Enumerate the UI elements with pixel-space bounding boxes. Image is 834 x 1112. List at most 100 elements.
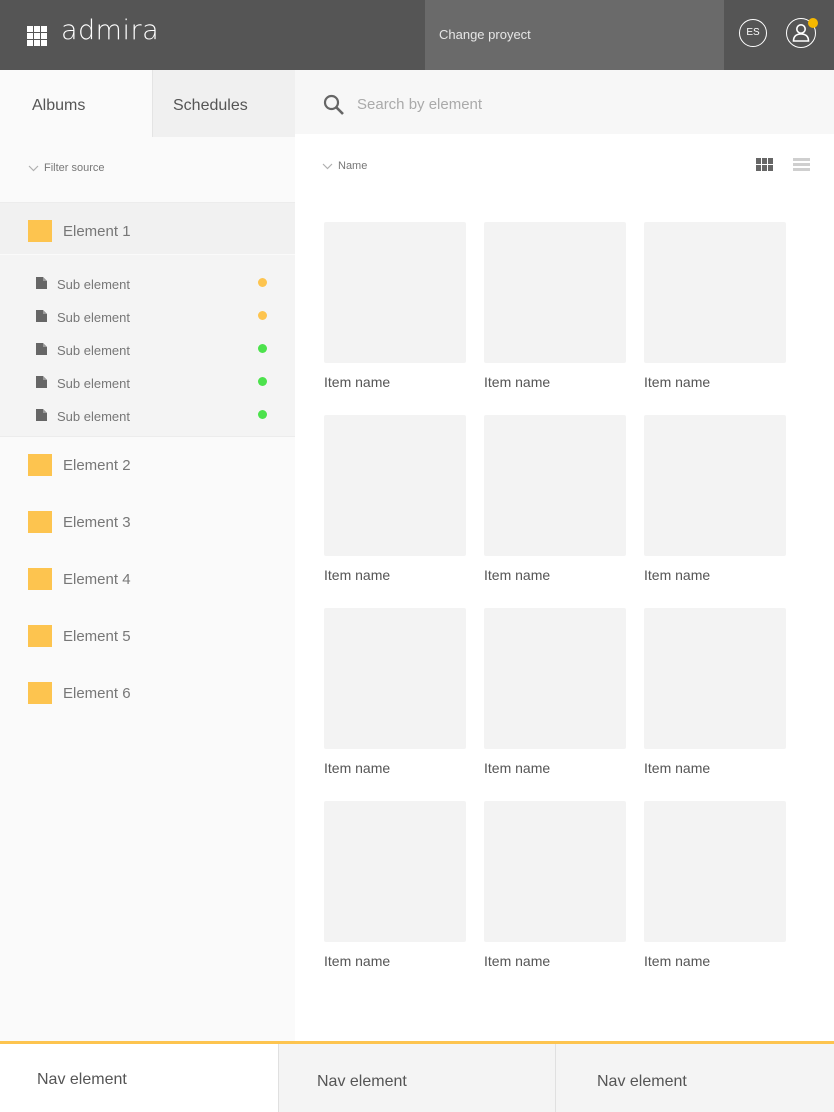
search-input[interactable] bbox=[357, 90, 797, 118]
tab-albums-label: Albums bbox=[32, 97, 86, 114]
item-name: Item name bbox=[484, 567, 551, 583]
item-card[interactable]: Item name bbox=[644, 415, 786, 587]
top-header: admira Change proyect ES bbox=[0, 0, 834, 70]
sub-element-row[interactable]: Sub element bbox=[0, 336, 295, 369]
tab-albums[interactable]: Albums bbox=[0, 70, 152, 137]
nav-element-label: Nav element bbox=[37, 1071, 127, 1088]
sidebar-element-1[interactable]: Element 1 bbox=[0, 202, 295, 254]
item-card[interactable]: Item name bbox=[484, 608, 626, 780]
sort-label: Name bbox=[338, 160, 368, 172]
document-icon bbox=[36, 343, 47, 355]
notification-badge bbox=[808, 18, 818, 28]
item-name: Item name bbox=[324, 374, 391, 390]
item-card[interactable]: Item name bbox=[324, 608, 466, 780]
language-button[interactable]: ES bbox=[739, 19, 767, 47]
element-label: Element 4 bbox=[63, 571, 131, 588]
item-thumbnail bbox=[644, 415, 786, 556]
change-project-label: Change proyect bbox=[439, 27, 531, 42]
status-dot-orange bbox=[258, 311, 267, 320]
item-name: Item name bbox=[484, 760, 551, 776]
sub-element-row[interactable]: Sub element bbox=[0, 402, 295, 435]
item-name: Item name bbox=[644, 374, 711, 390]
item-thumbnail bbox=[324, 222, 466, 363]
nav-element-2[interactable]: Nav element bbox=[278, 1044, 555, 1112]
sub-element-row[interactable]: Sub element bbox=[0, 270, 295, 303]
list-view-icon[interactable] bbox=[793, 158, 810, 172]
item-thumbnail bbox=[484, 608, 626, 749]
element-label: Element 3 bbox=[63, 514, 131, 531]
nav-element-3[interactable]: Nav element bbox=[555, 1044, 834, 1112]
item-name: Item name bbox=[324, 567, 391, 583]
status-dot-green bbox=[258, 410, 267, 419]
sidebar-element-5[interactable]: Element 5 bbox=[0, 611, 295, 663]
element-label: Element 2 bbox=[63, 457, 131, 474]
sub-element-label: Sub element bbox=[57, 409, 130, 424]
change-project-button[interactable]: Change proyect bbox=[425, 0, 724, 70]
item-card[interactable]: Item name bbox=[324, 222, 466, 394]
item-thumbnail bbox=[324, 608, 466, 749]
item-name: Item name bbox=[484, 953, 551, 969]
item-thumbnail bbox=[324, 415, 466, 556]
sidebar-element-6[interactable]: Element 6 bbox=[0, 668, 295, 720]
item-thumbnail bbox=[484, 222, 626, 363]
nav-element-1[interactable]: Nav element bbox=[0, 1044, 278, 1112]
folder-icon bbox=[28, 220, 52, 242]
item-thumbnail bbox=[324, 801, 466, 942]
sub-element-label: Sub element bbox=[57, 376, 130, 391]
item-card[interactable]: Item name bbox=[484, 801, 626, 973]
chevron-down-icon bbox=[28, 165, 39, 172]
sidebar: Albums Schedules Filter source Element 1… bbox=[0, 70, 295, 1042]
item-card[interactable]: Item name bbox=[644, 222, 786, 394]
grid-view-icon[interactable] bbox=[756, 158, 773, 171]
item-name: Item name bbox=[324, 953, 391, 969]
item-thumbnail bbox=[644, 608, 786, 749]
element-label: Element 1 bbox=[63, 223, 131, 240]
element-label: Element 6 bbox=[63, 685, 131, 702]
sub-element-label: Sub element bbox=[57, 343, 130, 358]
document-icon bbox=[36, 409, 47, 421]
sidebar-element-3[interactable]: Element 3 bbox=[0, 497, 295, 549]
document-icon bbox=[36, 310, 47, 322]
folder-icon bbox=[28, 568, 52, 590]
item-name: Item name bbox=[644, 953, 711, 969]
status-dot-green bbox=[258, 344, 267, 353]
item-thumbnail bbox=[484, 801, 626, 942]
item-card[interactable]: Item name bbox=[644, 608, 786, 780]
sub-element-row[interactable]: Sub element bbox=[0, 303, 295, 336]
search-icon[interactable] bbox=[323, 94, 345, 116]
document-icon bbox=[36, 376, 47, 388]
sub-element-row[interactable]: Sub element bbox=[0, 369, 295, 402]
bottom-nav: Nav element Nav element Nav element bbox=[0, 1041, 834, 1112]
item-name: Item name bbox=[644, 567, 711, 583]
element-label: Element 5 bbox=[63, 628, 131, 645]
item-card[interactable]: Item name bbox=[484, 415, 626, 587]
item-name: Item name bbox=[644, 760, 711, 776]
sidebar-element-2[interactable]: Element 2 bbox=[0, 440, 295, 492]
search-bar bbox=[295, 70, 834, 134]
folder-icon bbox=[28, 625, 52, 647]
chevron-down-icon bbox=[322, 163, 333, 170]
apps-grid-icon[interactable] bbox=[27, 26, 47, 46]
tab-schedules[interactable]: Schedules bbox=[152, 70, 295, 137]
item-card[interactable]: Item name bbox=[484, 222, 626, 394]
app-logo: admira bbox=[61, 15, 160, 46]
sidebar-element-4[interactable]: Element 4 bbox=[0, 554, 295, 606]
item-card[interactable]: Item name bbox=[644, 801, 786, 973]
nav-element-label: Nav element bbox=[317, 1073, 407, 1090]
filter-source-label: Filter source bbox=[44, 162, 105, 174]
item-name: Item name bbox=[484, 374, 551, 390]
item-thumbnail bbox=[484, 415, 626, 556]
tab-schedules-label: Schedules bbox=[173, 97, 248, 114]
folder-icon bbox=[28, 454, 52, 476]
item-thumbnail bbox=[644, 801, 786, 942]
user-icon bbox=[792, 24, 810, 42]
folder-icon bbox=[28, 682, 52, 704]
item-card[interactable]: Item name bbox=[324, 801, 466, 973]
sub-element-label: Sub element bbox=[57, 310, 130, 325]
status-dot-orange bbox=[258, 278, 267, 287]
item-card[interactable]: Item name bbox=[324, 415, 466, 587]
nav-element-label: Nav element bbox=[597, 1073, 687, 1090]
sub-element-list: Sub element Sub element Sub element Sub … bbox=[0, 255, 295, 437]
document-icon bbox=[36, 277, 47, 289]
status-dot-green bbox=[258, 377, 267, 386]
